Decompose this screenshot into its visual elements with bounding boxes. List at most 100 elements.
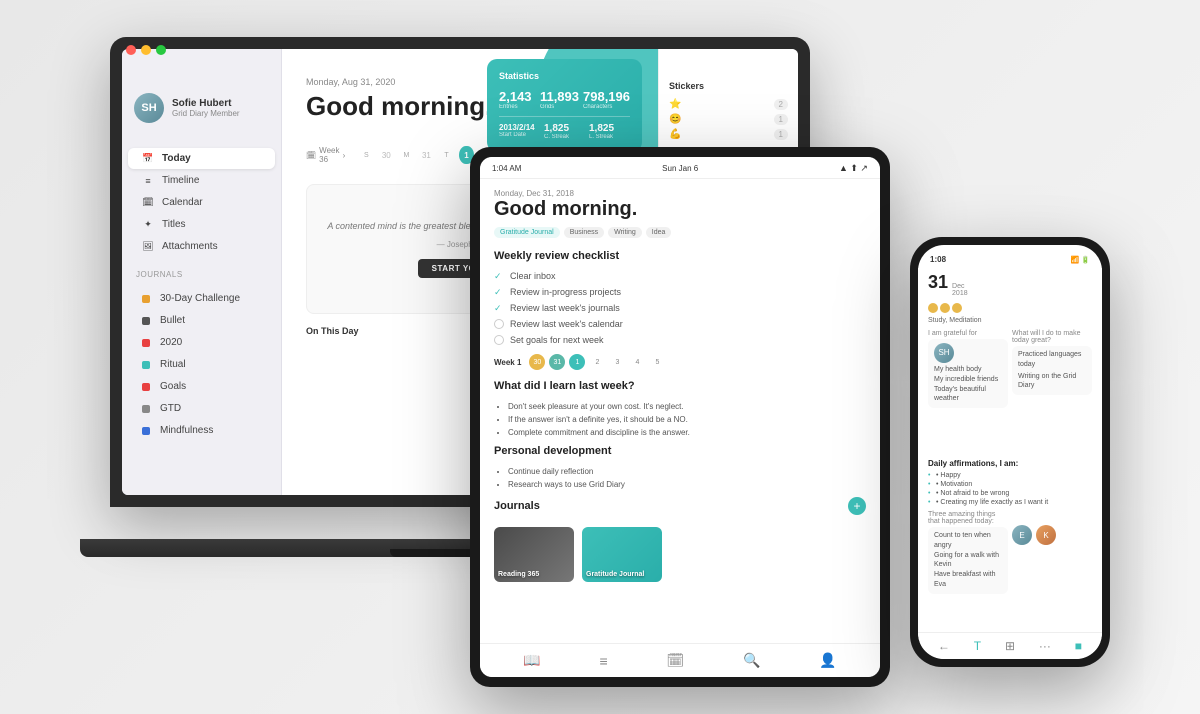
- checklist-text-4: Review last week's calendar: [510, 319, 623, 329]
- tablet-nav-list[interactable]: ≡: [600, 653, 608, 669]
- phone-avatar-2: K: [1036, 525, 1056, 545]
- wm-day-5: 5: [649, 354, 665, 370]
- checklist-item-5: Set goals for next week: [480, 332, 880, 348]
- calendar-icon: 🗓: [142, 197, 154, 208]
- timeline-icon: ≡: [142, 176, 154, 186]
- sidebar-item-attachments-label: Attachments: [162, 241, 218, 252]
- sticker-emoji-3: 💪: [669, 129, 681, 140]
- journal-thumb-1-label: Reading 365: [498, 571, 539, 578]
- minimize-button[interactable]: [141, 45, 151, 55]
- affirmation-4: • Creating my life exactly as I want it: [928, 498, 1092, 507]
- tablet-icons: ▲ ⬆ ↗: [839, 163, 868, 174]
- tablet-week-label: Week 1: [494, 358, 521, 367]
- sidebar-journal-goals[interactable]: Goals: [128, 376, 275, 397]
- phone-status-icons: 📶 🔋: [1071, 256, 1090, 264]
- phone-bottom-bar: ← T ⊞ ··· ■: [918, 632, 1102, 659]
- phone-nav-more[interactable]: ···: [1039, 639, 1051, 653]
- sidebar-item-today[interactable]: 📅 Today: [128, 148, 275, 169]
- phone-tag: Study, Meditation: [918, 315, 1102, 326]
- affirmation-1: • Happy: [928, 471, 1092, 480]
- phone-nav-color[interactable]: ■: [1075, 639, 1082, 653]
- user-name: Sofie Hubert: [172, 98, 269, 109]
- day-30: 30: [379, 146, 393, 164]
- phone-time: 1:08: [930, 255, 946, 264]
- tablet-week-mini: Week 1 30 31 1 2 3 4 5: [480, 348, 880, 376]
- phone-month: Dec: [952, 283, 968, 290]
- tablet-nav-user[interactable]: 👤: [819, 652, 836, 669]
- close-button[interactable]: [126, 45, 136, 55]
- tablet-nav-book[interactable]: 📖: [523, 652, 540, 669]
- tablet-learn-list: Don't seek pleasure at your own cost. It…: [480, 398, 880, 441]
- three-item-2: Going for a walk with Kevin: [934, 551, 1002, 571]
- today-box: Practiced languages today Writing on the…: [1012, 346, 1092, 395]
- gratitude-label: I am grateful for: [928, 330, 1008, 337]
- tablet-nav-calendar[interactable]: 🗓: [666, 652, 684, 669]
- traffic-lights: [126, 45, 166, 55]
- gratitude-item-2-text: My incredible friends: [934, 375, 1002, 385]
- journals-nav: 30-Day Challenge Bullet 2020 Ritual: [122, 283, 281, 446]
- stats-grid2: 2013/2/14 Start Date 1,825 C. Streak 1,8…: [499, 116, 630, 140]
- maximize-button[interactable]: [156, 45, 166, 55]
- gratitude-item-1-text: My health body: [934, 365, 1002, 375]
- journal-thumb-2-label: Gratitude Journal: [586, 571, 644, 578]
- sidebar-item-calendar[interactable]: 🗓 Calendar: [128, 192, 275, 213]
- journal-thumb-1: Reading 365: [494, 527, 574, 582]
- tablet-learn-item-1: Don't seek pleasure at your own cost. It…: [508, 400, 866, 413]
- avatar: SH: [134, 93, 164, 123]
- emoji-row: [918, 301, 1102, 315]
- phone-nav-back[interactable]: ←: [938, 639, 950, 653]
- phone-person-col: E K: [1012, 511, 1092, 632]
- tablet-personal-list: Continue daily reflection Research ways …: [480, 463, 880, 493]
- sidebar-item-titles[interactable]: ✦ Titles: [128, 214, 275, 235]
- checklist-text-2: Review in-progress projects: [510, 287, 621, 297]
- tablet-time: 1:04 AM: [492, 164, 521, 173]
- stat-chars: 798,196 Characters: [583, 89, 630, 110]
- sidebar-journal-ritual[interactable]: Ritual: [128, 354, 275, 375]
- week-number: Week 36: [319, 146, 339, 164]
- tablet-personal-item-2: Research ways to use Grid Diary: [508, 478, 866, 491]
- user-role: Grid Diary Member: [172, 109, 269, 118]
- check-box-5: [494, 335, 504, 345]
- tablet-idea-tag: Idea: [646, 227, 672, 238]
- tablet-top-bar: 1:04 AM Sun Jan 6 ▲ ⬆ ↗: [480, 157, 880, 179]
- sidebar-journal-bullet[interactable]: Bullet: [128, 310, 275, 331]
- phone-nav-text[interactable]: T: [974, 639, 981, 653]
- day-31: 31: [419, 146, 433, 164]
- tablet-nav-search[interactable]: 🔍: [743, 652, 760, 669]
- checklist-item-1: ✓ Clear inbox: [480, 268, 880, 284]
- tablet-screen: 1:04 AM Sun Jan 6 ▲ ⬆ ↗ Monday, Dec 31, …: [480, 157, 880, 677]
- check-icon-3: ✓: [494, 303, 504, 313]
- sidebar-journal-mindfulness[interactable]: Mindfulness: [128, 420, 275, 441]
- tablet: 1:04 AM Sun Jan 6 ▲ ⬆ ↗ Monday, Dec 31, …: [470, 147, 890, 687]
- add-journal-button[interactable]: +: [848, 497, 866, 515]
- sidebar-item-timeline[interactable]: ≡ Timeline: [128, 170, 275, 191]
- stats-card: Statistics 2,143 Entries 11,893 Grids: [487, 59, 642, 152]
- tablet-personal-item-1: Continue daily reflection: [508, 465, 866, 478]
- phone-status-bar: 1:08 📶 🔋: [918, 245, 1102, 268]
- phone-nav-grid[interactable]: ⊞: [1005, 639, 1015, 653]
- calendar-mini-icon: 🗓: [306, 151, 316, 160]
- tablet-journals-grid: Reading 365 Gratitude Journal: [480, 519, 880, 590]
- tablet-date-top: Sun Jan 6: [662, 164, 698, 173]
- stats-title: Statistics: [499, 71, 630, 81]
- sidebar-journal-30day[interactable]: 30-Day Challenge: [128, 288, 275, 309]
- sidebar-journal-2020[interactable]: 2020: [128, 332, 275, 353]
- phone-columns: I am grateful for SH My health body My i…: [918, 326, 1102, 455]
- tablet-bottom-bar: 📖 ≡ 🗓 🔍 👤: [480, 643, 880, 677]
- wm-day-4: 4: [629, 354, 645, 370]
- day-header-s1: S: [359, 152, 373, 159]
- checklist-item-4: Review last week's calendar: [480, 316, 880, 332]
- checklist-text-5: Set goals for next week: [510, 335, 604, 345]
- sidebar-item-titles-label: Titles: [162, 219, 186, 230]
- attachments-icon: 🖼: [142, 241, 154, 252]
- sticker-emoji-2: 😊: [669, 114, 681, 125]
- tablet-journals-title: Journals: [494, 500, 540, 512]
- phone: 1:08 📶 🔋 31 Dec 2018 Study, Meditation: [910, 237, 1110, 667]
- wm-day-31: 31: [549, 354, 565, 370]
- sidebar-journal-gtd[interactable]: GTD: [128, 398, 275, 419]
- journal-thumb-2: Gratitude Journal: [582, 527, 662, 582]
- sidebar-item-attachments[interactable]: 🖼 Attachments: [128, 236, 275, 257]
- tablet-business-tag: Business: [564, 227, 604, 238]
- gratitude-avatar: SH: [934, 343, 954, 363]
- week-label: 🗓 Week 36 ›: [306, 146, 345, 164]
